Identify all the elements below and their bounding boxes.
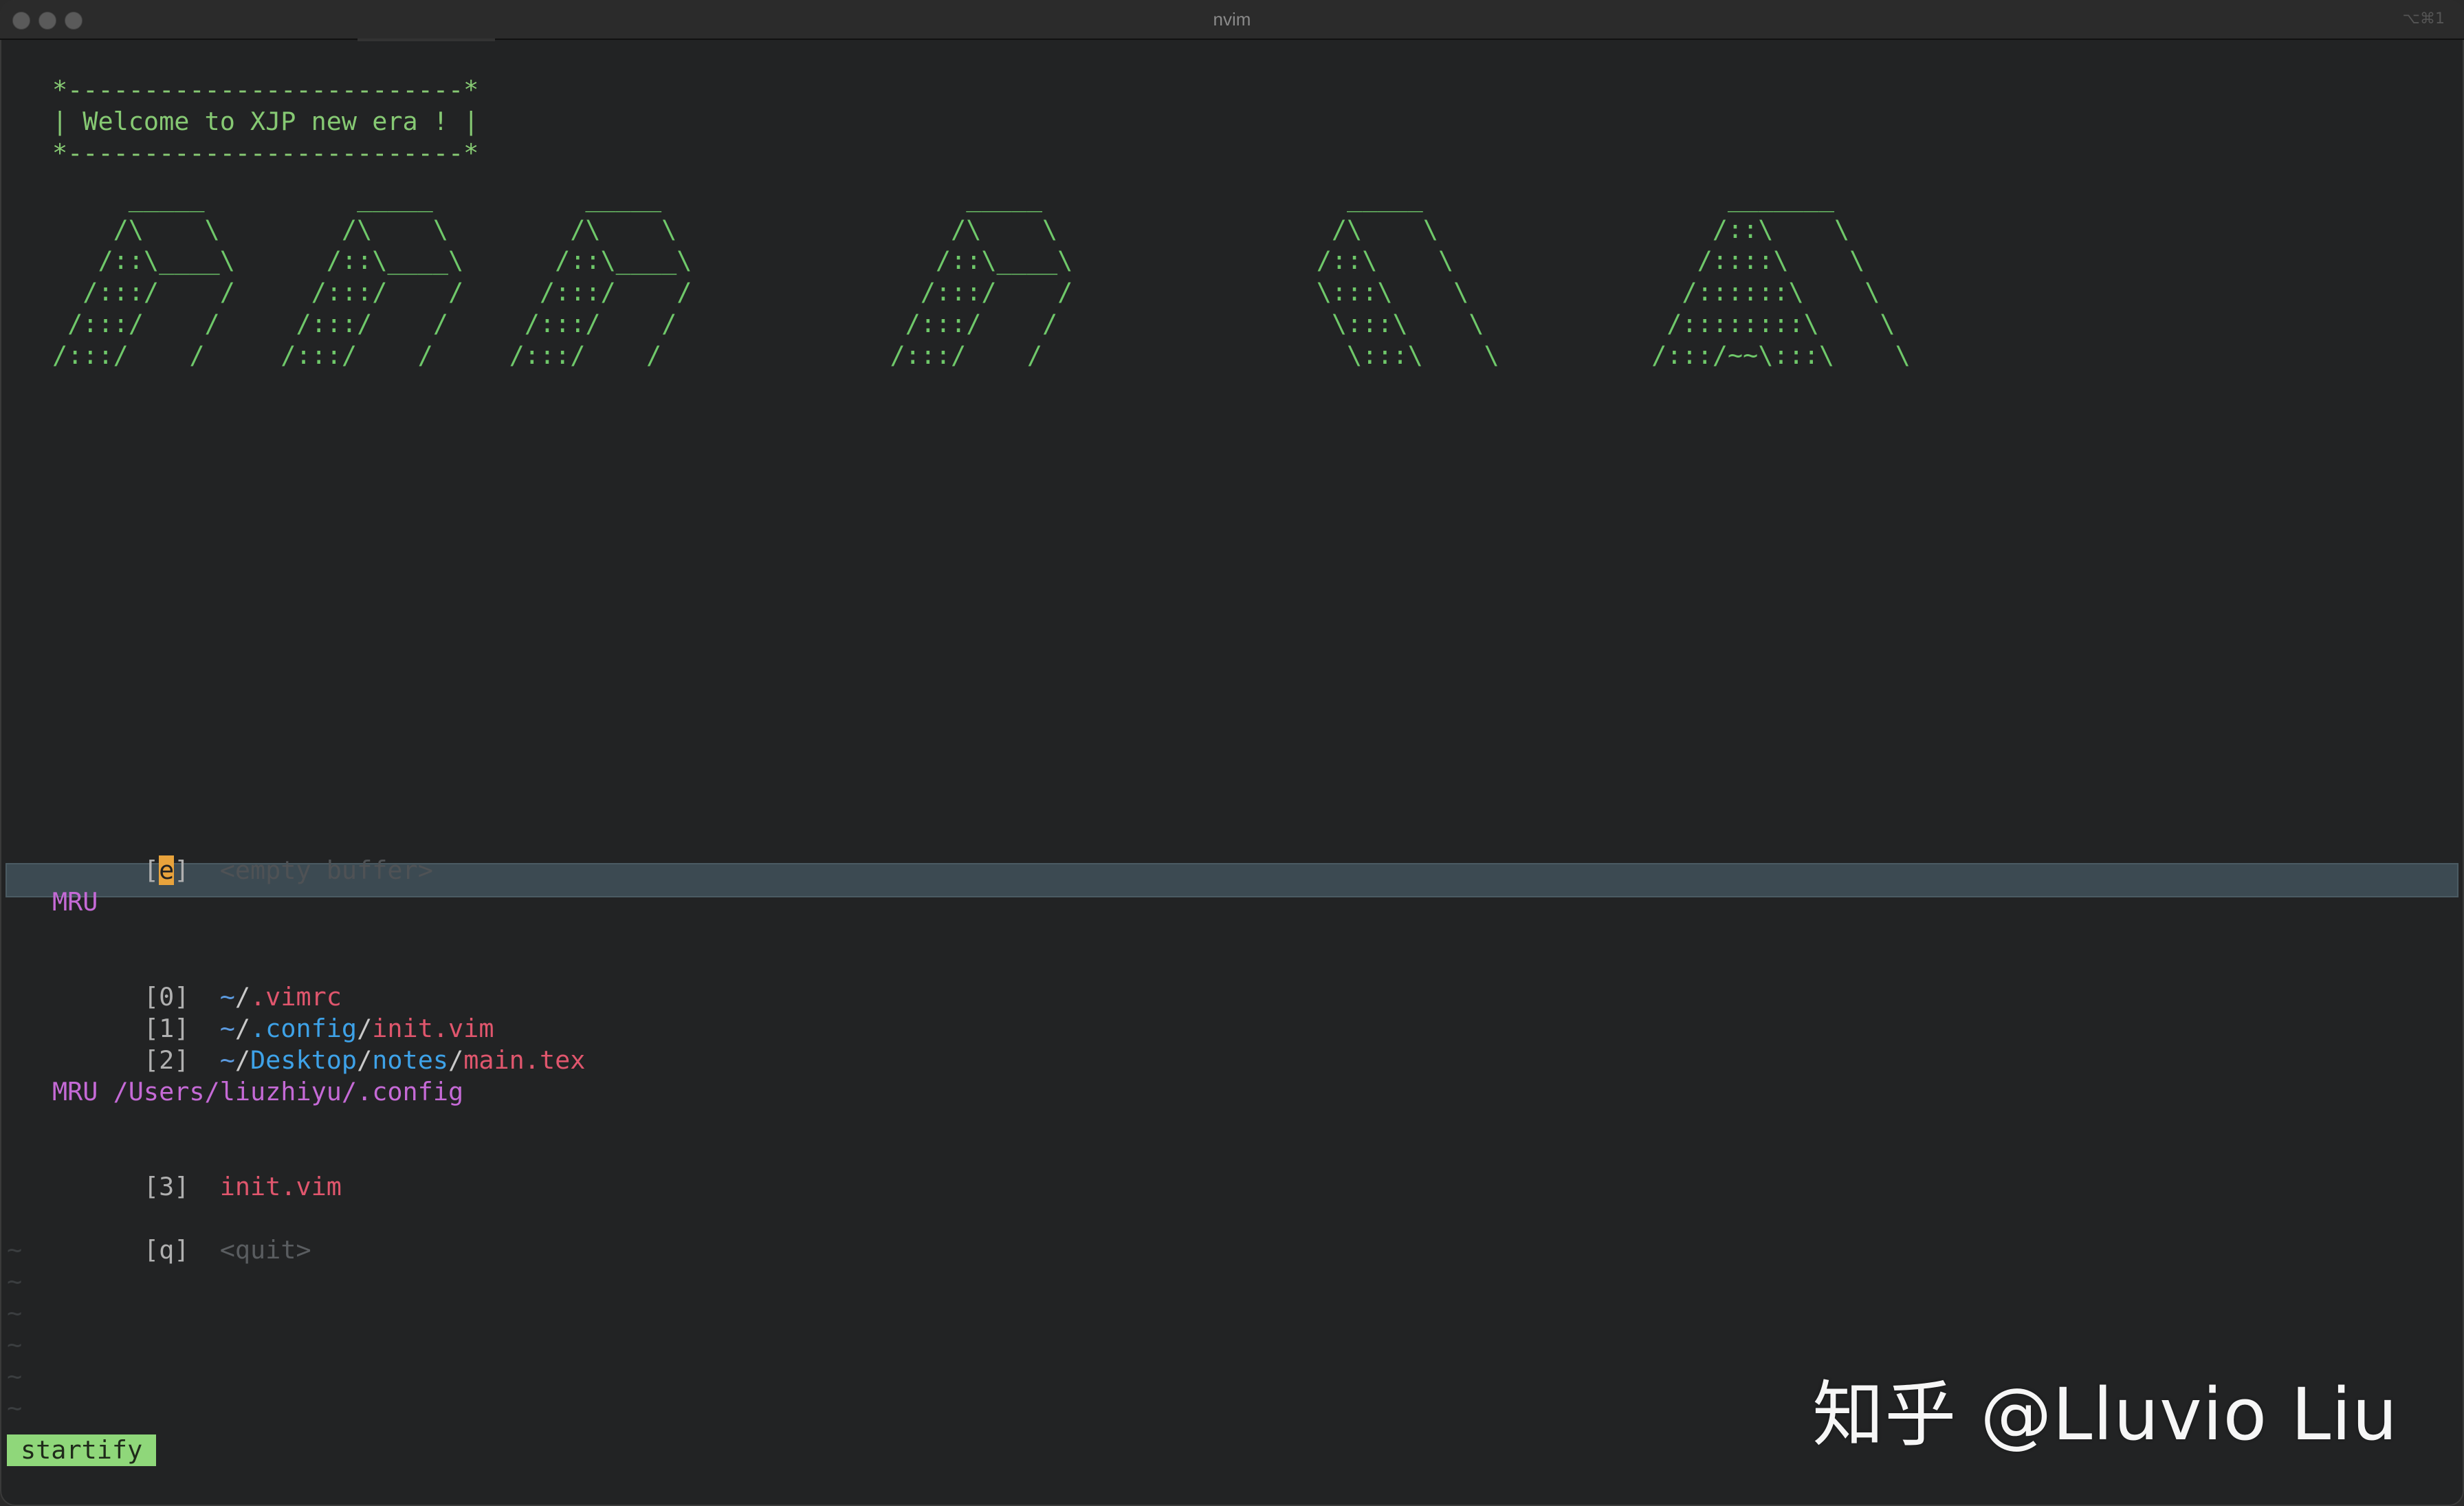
- header-box-top: *--------------------------*: [52, 75, 479, 105]
- status-line-mode: startify: [7, 1434, 157, 1466]
- end-of-buffer-tilde: ~: [7, 1235, 23, 1265]
- entry-bracket-close: ]: [174, 855, 190, 885]
- editor-area[interactable]: *--------------------------* | Welcome t…: [0, 41, 2464, 1506]
- path-filename: init.vim: [219, 1172, 342, 1201]
- path-home: ~: [219, 1045, 235, 1075]
- end-of-buffer-tilde: ~: [7, 1362, 23, 1391]
- quit-index: [q]: [143, 1235, 190, 1265]
- quit-entry[interactable]: [q] <quit>: [52, 1203, 311, 1265]
- end-of-buffer-tilde: ~: [7, 1298, 23, 1328]
- header-box-bottom: *--------------------------*: [52, 138, 479, 168]
- nvim-window: nvim ⌥⌘1 *--------------------------* | …: [0, 0, 2464, 1506]
- end-of-buffer-tilde: ~: [7, 1330, 23, 1360]
- mru-item-0[interactable]: [0] ~/.vimrc: [52, 950, 342, 1012]
- end-of-buffer-tilde: ~: [7, 1267, 23, 1296]
- end-of-buffer-tilde: ~: [7, 1393, 23, 1423]
- empty-buffer-entry[interactable]: [e] <empty buffer>: [52, 823, 433, 885]
- header-box-welcome: | Welcome to XJP new era ! |: [52, 107, 479, 136]
- mru-item-index: [3]: [143, 1172, 190, 1201]
- mru-dir-item-3[interactable]: [3] init.vim: [52, 1139, 342, 1201]
- mru-item-2[interactable]: [2] ~/Desktop/notes/main.tex: [52, 1013, 586, 1075]
- path-separator: /: [357, 1045, 373, 1075]
- mru-item-1[interactable]: [1] ~/.config/init.vim: [52, 981, 494, 1043]
- path-separator: /: [234, 1045, 251, 1075]
- entry-bracket-open: [: [143, 855, 160, 885]
- watermark-text: 知乎 @Lluvio Liu: [1812, 1373, 2398, 1456]
- path-directory: notes: [372, 1045, 449, 1075]
- quit-label: <quit>: [219, 1235, 311, 1265]
- cursor-block: e: [159, 855, 175, 885]
- window-title: nvim: [1213, 9, 1251, 30]
- title-bar[interactable]: nvim ⌥⌘1: [0, 0, 2464, 40]
- mru-dir-section-header: MRU /Users/liuzhiyu/.config: [52, 1077, 464, 1106]
- ascii-art-logo: _____ _____ _____ _____ _____ _______ /\…: [52, 183, 1911, 370]
- window-shortcut-label: ⌥⌘1: [2402, 10, 2445, 28]
- path-filename: main.tex: [463, 1045, 586, 1075]
- path-directory: Desktop: [250, 1045, 358, 1075]
- mru-section-header: MRU: [52, 887, 98, 917]
- empty-buffer-label: <empty buffer>: [219, 855, 433, 885]
- mru-item-index: [2]: [143, 1045, 190, 1075]
- path-separator: /: [448, 1045, 464, 1075]
